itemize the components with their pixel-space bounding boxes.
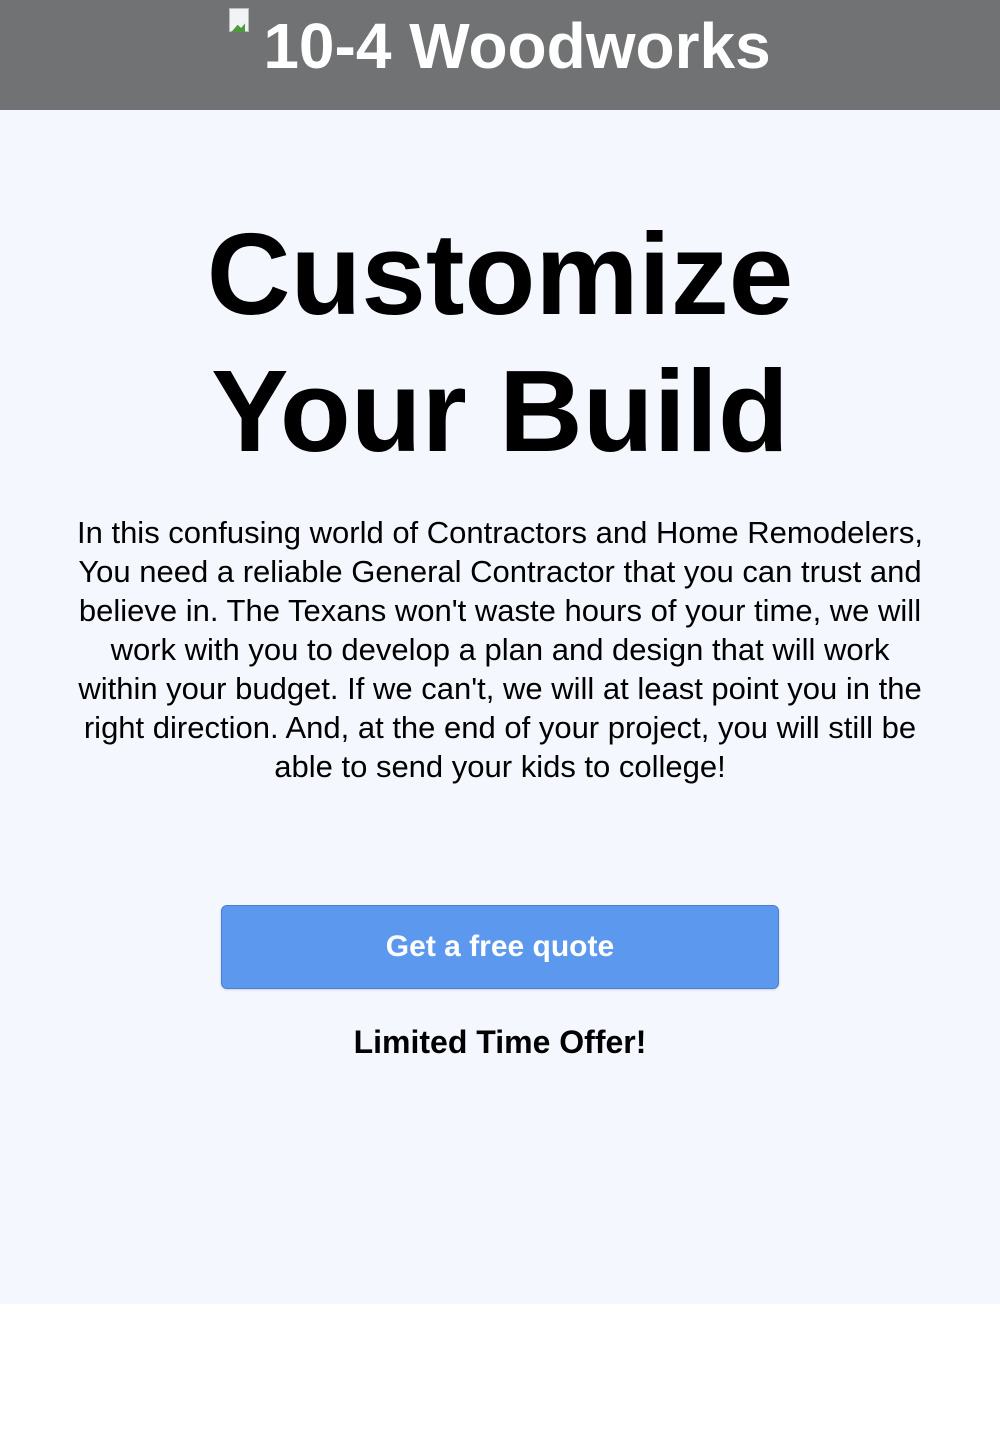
get-quote-button[interactable]: Get a free quote bbox=[221, 905, 779, 989]
site-header: 10-4 Woodworks bbox=[0, 0, 1000, 110]
intro-paragraph: In this confusing world of Contractors a… bbox=[76, 515, 923, 784]
title-line-1: Customize bbox=[206, 209, 794, 339]
title-line-2: Your Build bbox=[211, 346, 789, 476]
hero-section: Customize Your Build In this confusing wo… bbox=[0, 110, 1000, 1304]
limited-offer-text: Limited Time Offer! bbox=[353, 1024, 647, 1060]
page-title: Customize Your Build bbox=[0, 206, 1000, 480]
brand-name: 10-4 Woodworks bbox=[263, 10, 771, 82]
broken-image-icon bbox=[229, 8, 263, 40]
brand-logo[interactable]: 10-4 Woodworks bbox=[229, 6, 771, 86]
